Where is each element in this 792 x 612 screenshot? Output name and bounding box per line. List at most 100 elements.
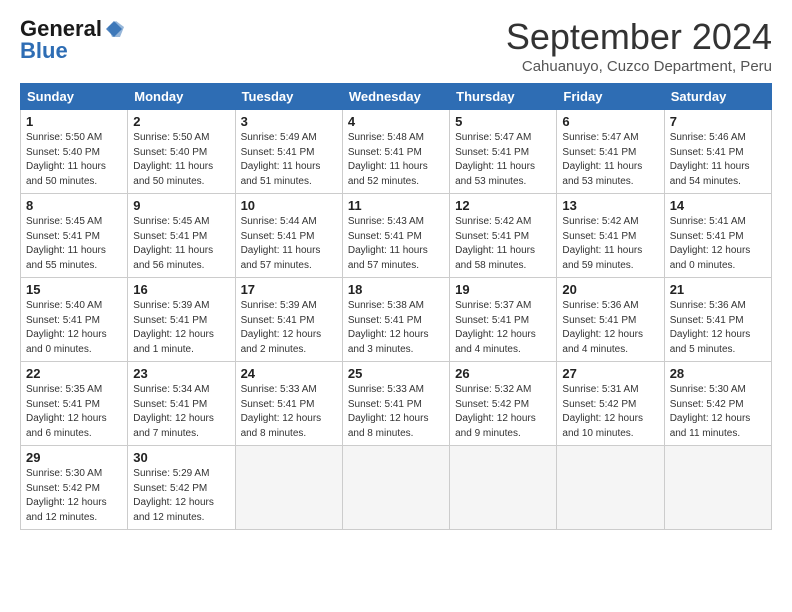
calendar-cell: 11 Sunrise: 5:43 AMSunset: 5:41 PMDayligh… <box>342 194 449 278</box>
weekday-header-row: SundayMondayTuesdayWednesdayThursdayFrid… <box>21 84 772 110</box>
weekday-header-monday: Monday <box>128 84 235 110</box>
day-info: Sunrise: 5:50 AMSunset: 5:40 PMDaylight:… <box>26 131 122 189</box>
day-info: Sunrise: 5:30 AMSunset: 5:42 PMDaylight:… <box>670 383 766 441</box>
calendar-cell: 4 Sunrise: 5:48 AMSunset: 5:41 PMDaylight… <box>342 110 449 194</box>
day-number: 1 <box>26 114 122 129</box>
day-number: 13 <box>562 198 658 213</box>
calendar-cell: 15 Sunrise: 5:40 AMSunset: 5:41 PMDayligh… <box>21 278 128 362</box>
calendar-cell: 18Sunrise: 5:38 AMSunset: 5:41 PMDayligh… <box>342 278 449 362</box>
day-info: Sunrise: 5:35 AMSunset: 5:41 PMDaylight:… <box>26 383 122 441</box>
calendar-week-2: 8 Sunrise: 5:45 AMSunset: 5:41 PMDaylight… <box>21 194 772 278</box>
day-info: Sunrise: 5:39 AMSunset: 5:41 PMDaylight:… <box>241 299 337 357</box>
day-info: Sunrise: 5:42 AMSunset: 5:41 PMDaylight:… <box>455 215 551 273</box>
calendar-cell: 1 Sunrise: 5:50 AMSunset: 5:40 PMDaylight… <box>21 110 128 194</box>
calendar-week-4: 22Sunrise: 5:35 AMSunset: 5:41 PMDayligh… <box>21 362 772 446</box>
day-number: 6 <box>562 114 658 129</box>
logo-blue: Blue <box>20 38 68 64</box>
day-info: Sunrise: 5:45 AMSunset: 5:41 PMDaylight:… <box>133 215 229 273</box>
day-number: 10 <box>241 198 337 213</box>
day-info: Sunrise: 5:36 AMSunset: 5:41 PMDaylight:… <box>562 299 658 357</box>
weekday-header-wednesday: Wednesday <box>342 84 449 110</box>
day-info: Sunrise: 5:47 AMSunset: 5:41 PMDaylight:… <box>455 131 551 189</box>
weekday-header-tuesday: Tuesday <box>235 84 342 110</box>
day-number: 28 <box>670 366 766 381</box>
day-info: Sunrise: 5:30 AMSunset: 5:42 PMDaylight:… <box>26 467 122 525</box>
header: General Blue September 2024 Cahuanuyo, C… <box>20 16 772 75</box>
day-number: 14 <box>670 198 766 213</box>
day-info: Sunrise: 5:42 AMSunset: 5:41 PMDaylight:… <box>562 215 658 273</box>
day-info: Sunrise: 5:33 AMSunset: 5:41 PMDaylight:… <box>348 383 444 441</box>
day-number: 29 <box>26 450 122 465</box>
calendar-cell: 28 Sunrise: 5:30 AMSunset: 5:42 PMDayligh… <box>664 362 771 446</box>
calendar-cell: 29 Sunrise: 5:30 AMSunset: 5:42 PMDayligh… <box>21 446 128 530</box>
calendar-cell <box>557 446 664 530</box>
day-info: Sunrise: 5:50 AMSunset: 5:40 PMDaylight:… <box>133 131 229 189</box>
day-info: Sunrise: 5:43 AMSunset: 5:41 PMDaylight:… <box>348 215 444 273</box>
calendar-cell <box>450 446 557 530</box>
calendar-cell: 14 Sunrise: 5:41 AMSunset: 5:41 PMDayligh… <box>664 194 771 278</box>
day-info: Sunrise: 5:39 AMSunset: 5:41 PMDaylight:… <box>133 299 229 357</box>
day-number: 30 <box>133 450 229 465</box>
day-number: 11 <box>348 198 444 213</box>
calendar-cell: 5 Sunrise: 5:47 AMSunset: 5:41 PMDaylight… <box>450 110 557 194</box>
day-info: Sunrise: 5:41 AMSunset: 5:41 PMDaylight:… <box>670 215 766 273</box>
calendar-week-1: 1 Sunrise: 5:50 AMSunset: 5:40 PMDaylight… <box>21 110 772 194</box>
calendar-cell: 6 Sunrise: 5:47 AMSunset: 5:41 PMDaylight… <box>557 110 664 194</box>
day-info: Sunrise: 5:45 AMSunset: 5:41 PMDaylight:… <box>26 215 122 273</box>
day-info: Sunrise: 5:31 AMSunset: 5:42 PMDaylight:… <box>562 383 658 441</box>
day-number: 9 <box>133 198 229 213</box>
calendar-cell: 10 Sunrise: 5:44 AMSunset: 5:41 PMDayligh… <box>235 194 342 278</box>
weekday-header-thursday: Thursday <box>450 84 557 110</box>
calendar-cell <box>235 446 342 530</box>
logo-icon <box>104 19 124 39</box>
calendar-cell: 20 Sunrise: 5:36 AMSunset: 5:41 PMDayligh… <box>557 278 664 362</box>
day-number: 17 <box>241 282 337 297</box>
calendar-cell: 9 Sunrise: 5:45 AMSunset: 5:41 PMDaylight… <box>128 194 235 278</box>
day-info: Sunrise: 5:37 AMSunset: 5:41 PMDaylight:… <box>455 299 551 357</box>
day-number: 26 <box>455 366 551 381</box>
calendar-cell: 30 Sunrise: 5:29 AMSunset: 5:42 PMDayligh… <box>128 446 235 530</box>
day-number: 7 <box>670 114 766 129</box>
day-info: Sunrise: 5:49 AMSunset: 5:41 PMDaylight:… <box>241 131 337 189</box>
day-number: 25 <box>348 366 444 381</box>
calendar-cell <box>664 446 771 530</box>
logo: General Blue <box>20 16 124 64</box>
day-info: Sunrise: 5:34 AMSunset: 5:41 PMDaylight:… <box>133 383 229 441</box>
day-info: Sunrise: 5:47 AMSunset: 5:41 PMDaylight:… <box>562 131 658 189</box>
calendar-cell: 26Sunrise: 5:32 AMSunset: 5:42 PMDayligh… <box>450 362 557 446</box>
day-info: Sunrise: 5:48 AMSunset: 5:41 PMDaylight:… <box>348 131 444 189</box>
calendar-cell: 13 Sunrise: 5:42 AMSunset: 5:41 PMDayligh… <box>557 194 664 278</box>
calendar-cell: 25 Sunrise: 5:33 AMSunset: 5:41 PMDayligh… <box>342 362 449 446</box>
calendar-cell: 27Sunrise: 5:31 AMSunset: 5:42 PMDayligh… <box>557 362 664 446</box>
day-number: 4 <box>348 114 444 129</box>
calendar-week-3: 15 Sunrise: 5:40 AMSunset: 5:41 PMDayligh… <box>21 278 772 362</box>
day-number: 16 <box>133 282 229 297</box>
calendar-cell <box>342 446 449 530</box>
day-info: Sunrise: 5:29 AMSunset: 5:42 PMDaylight:… <box>133 467 229 525</box>
calendar-cell: 23Sunrise: 5:34 AMSunset: 5:41 PMDayligh… <box>128 362 235 446</box>
day-number: 19 <box>455 282 551 297</box>
month-title: September 2024 <box>506 16 772 58</box>
weekday-header-sunday: Sunday <box>21 84 128 110</box>
day-number: 20 <box>562 282 658 297</box>
day-number: 12 <box>455 198 551 213</box>
day-info: Sunrise: 5:46 AMSunset: 5:41 PMDaylight:… <box>670 131 766 189</box>
day-info: Sunrise: 5:40 AMSunset: 5:41 PMDaylight:… <box>26 299 122 357</box>
day-info: Sunrise: 5:33 AMSunset: 5:41 PMDaylight:… <box>241 383 337 441</box>
calendar-week-5: 29 Sunrise: 5:30 AMSunset: 5:42 PMDayligh… <box>21 446 772 530</box>
day-number: 8 <box>26 198 122 213</box>
calendar: SundayMondayTuesdayWednesdayThursdayFrid… <box>20 83 772 530</box>
day-info: Sunrise: 5:44 AMSunset: 5:41 PMDaylight:… <box>241 215 337 273</box>
day-number: 3 <box>241 114 337 129</box>
calendar-cell: 7 Sunrise: 5:46 AMSunset: 5:41 PMDaylight… <box>664 110 771 194</box>
day-number: 2 <box>133 114 229 129</box>
day-info: Sunrise: 5:36 AMSunset: 5:41 PMDaylight:… <box>670 299 766 357</box>
day-number: 15 <box>26 282 122 297</box>
day-info: Sunrise: 5:38 AMSunset: 5:41 PMDaylight:… <box>348 299 444 357</box>
day-number: 24 <box>241 366 337 381</box>
calendar-cell: 3 Sunrise: 5:49 AMSunset: 5:41 PMDaylight… <box>235 110 342 194</box>
subtitle: Cahuanuyo, Cuzco Department, Peru <box>506 58 772 75</box>
day-number: 5 <box>455 114 551 129</box>
calendar-cell: 22Sunrise: 5:35 AMSunset: 5:41 PMDayligh… <box>21 362 128 446</box>
day-number: 21 <box>670 282 766 297</box>
